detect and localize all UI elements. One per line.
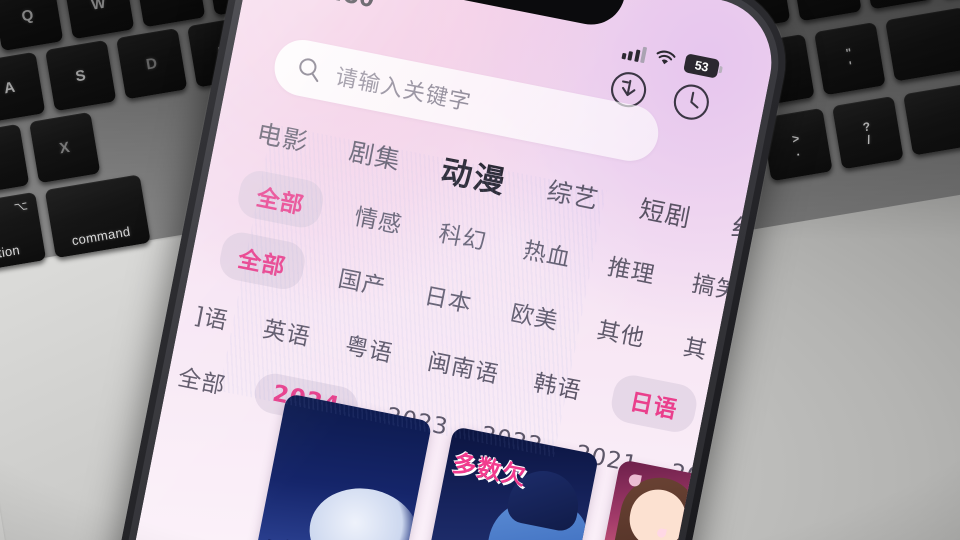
cellular-signal-icon: [620, 42, 648, 64]
key-option-label: option: [0, 242, 21, 264]
filter-language-minnanyu[interactable]: 闽南语: [420, 335, 508, 398]
poster-title: 多数欠: [450, 448, 530, 491]
filter-region-all[interactable]: 全部: [216, 229, 309, 293]
filter-language-riyu[interactable]: 日语: [608, 371, 700, 436]
filter-genre-rexue[interactable]: 热血: [515, 223, 579, 281]
filter-language-hanyu[interactable]: 韩语: [526, 356, 590, 414]
key-s[interactable]: S: [45, 39, 117, 112]
filter-genre-kehuan[interactable]: 科幻: [431, 206, 495, 264]
key-quote-label: ': [848, 58, 854, 73]
filter-year-all[interactable]: 全部: [170, 350, 234, 408]
battery-icon: 53: [683, 53, 721, 79]
key-command-label: command: [70, 223, 132, 249]
search-input[interactable]: 请输入关键字: [333, 59, 475, 117]
filter-region-qita-overflow[interactable]: 其: [676, 320, 717, 373]
filter-language-yueyu[interactable]: 粤语: [337, 318, 401, 376]
key-quote[interactable]: " ': [814, 22, 886, 96]
tab-zongyi[interactable]: 综艺: [544, 171, 602, 216]
history-clock-icon[interactable]: [668, 79, 715, 126]
filter-region-guochan[interactable]: 国产: [330, 252, 394, 310]
screenshot-stage: Q W E R T Y U A S D F Z X ⌥ option comma…: [0, 0, 960, 540]
key-return[interactable]: [885, 7, 960, 82]
filter-genre-qinggan[interactable]: 情感: [347, 190, 411, 248]
key-slash[interactable]: ? /: [832, 96, 904, 170]
filter-region-riben[interactable]: 日本: [417, 269, 481, 327]
status-clock: 19:50: [301, 0, 378, 18]
filter-region-oumei[interactable]: 欧美: [503, 286, 567, 344]
option-glyph-icon: ⌥: [12, 198, 30, 215]
key-z[interactable]: Z: [0, 123, 30, 196]
tab-juji[interactable]: 剧集: [346, 132, 404, 177]
filter-genre-all[interactable]: 全部: [234, 167, 327, 231]
key-greaterthan-label: >: [790, 130, 801, 146]
filter-region-qita[interactable]: 其他: [589, 303, 653, 361]
battery-percent-label: 53: [693, 57, 710, 75]
filter-genre-tuili[interactable]: 推理: [600, 240, 664, 298]
key-slash-label: /: [865, 132, 873, 147]
search-icon: [294, 54, 325, 85]
key-period-label: .: [794, 144, 802, 159]
wifi-icon: [653, 48, 678, 69]
tab-duanju[interactable]: 短剧: [637, 189, 695, 234]
key-d[interactable]: D: [116, 28, 188, 100]
key-a[interactable]: A: [0, 51, 46, 124]
tab-dianying[interactable]: 电影: [254, 113, 312, 158]
filter-language-guoyu[interactable]: ]语: [186, 288, 237, 343]
key-x[interactable]: X: [29, 111, 101, 184]
key-question-label: ?: [861, 118, 872, 134]
poster-art-cloud: [301, 479, 427, 540]
filter-language-yingyu[interactable]: 英语: [255, 302, 319, 360]
tab-dongman[interactable]: 动漫: [438, 145, 511, 202]
